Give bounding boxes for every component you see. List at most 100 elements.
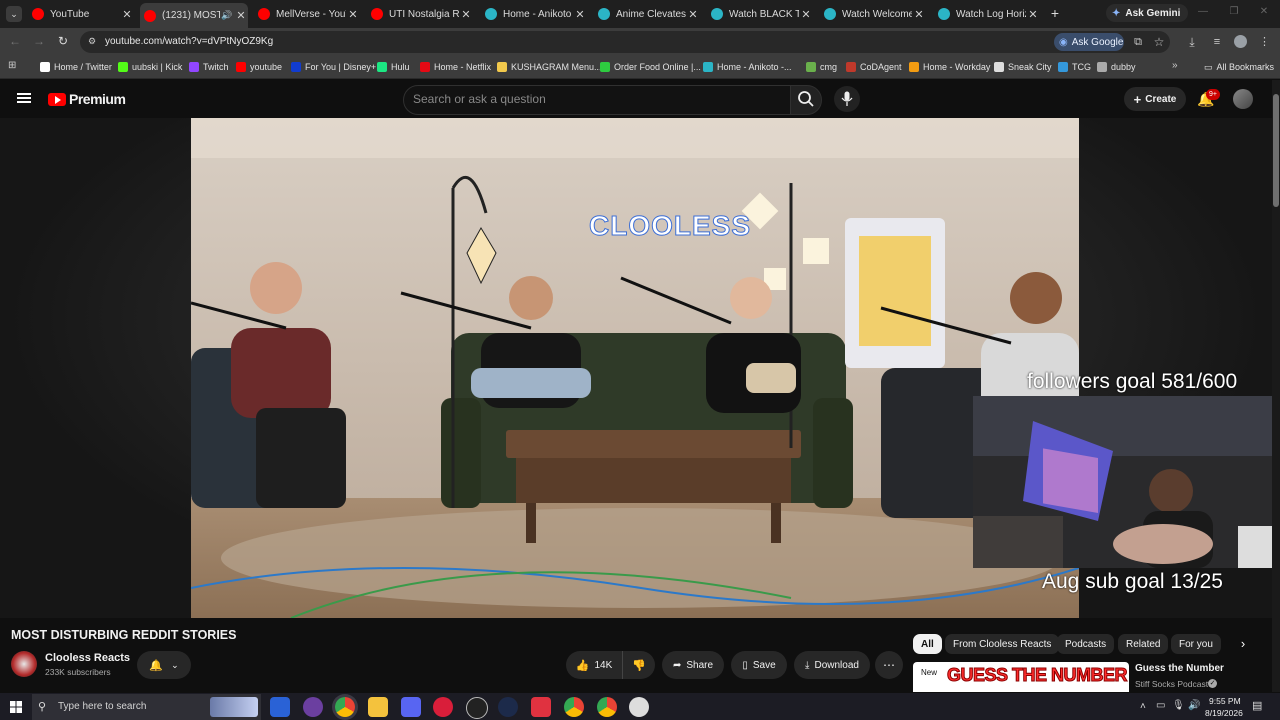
network-icon[interactable]: ▭ <box>1156 700 1165 711</box>
youtube-logo[interactable]: Premium <box>48 91 126 107</box>
more-actions-button[interactable]: ⋯ <box>875 651 903 679</box>
browser-tab-clevatess[interactable]: Anime Clevatess S ✕ <box>594 3 700 25</box>
create-button[interactable]: + Create <box>1124 87 1186 111</box>
bookmark-item[interactable]: cmg <box>806 60 837 74</box>
close-window-button[interactable]: ✕ <box>1257 6 1271 20</box>
taskbar-date[interactable]: 8/19/2026 <box>1205 708 1243 718</box>
tab-search-button[interactable]: ⌄ <box>6 6 22 22</box>
subscribed-bell-button[interactable]: 🔔 ⌄ <box>137 651 191 679</box>
bookmark-item[interactable]: Home - Anikoto -... <box>703 60 792 74</box>
bookmark-star-icon[interactable]: ☆ <box>1152 35 1166 49</box>
bookmark-item[interactable]: Order Food Online |... <box>600 60 701 74</box>
system-tray-chevron-icon[interactable]: ˄ <box>1140 701 1146 712</box>
close-tab-icon[interactable]: ✕ <box>459 8 473 21</box>
reload-icon[interactable]: ↻ <box>56 34 70 48</box>
browser-tab-log-horizon[interactable]: Watch Log Horizo ✕ <box>934 3 1040 25</box>
search-input[interactable]: Search or ask a question <box>413 92 546 106</box>
bookmark-item[interactable]: Home - Netflix <box>420 60 491 74</box>
bookmark-item[interactable]: uubski | Kick <box>118 60 182 74</box>
bookmark-item[interactable]: Hulu <box>377 60 410 74</box>
apps-grid-icon[interactable]: ⊞ <box>8 60 20 72</box>
microphone-tray-icon[interactable]: 🎙 <box>1172 700 1185 711</box>
taskbar-app-icon[interactable] <box>498 697 518 717</box>
bookmark-item[interactable]: youtube <box>236 60 282 74</box>
bookmark-item[interactable]: dubby <box>1097 60 1136 74</box>
volume-icon[interactable]: 🔊 <box>1188 700 1200 711</box>
bookmark-item[interactable]: Twitch <box>189 60 229 74</box>
browser-menu-icon[interactable]: ⋮ <box>1259 35 1270 49</box>
chip-for-you[interactable]: For you <box>1171 634 1221 654</box>
taskbar-app-icon[interactable] <box>531 697 551 717</box>
ask-google-button[interactable]: ◉ Ask Google <box>1054 33 1124 51</box>
browser-tab-anikoto[interactable]: Home - Anikoto - ✕ <box>481 3 587 25</box>
chrome-icon[interactable] <box>597 697 617 717</box>
like-button[interactable]: 👍 14K <box>566 651 622 679</box>
mute-tab-icon[interactable]: 🔊 <box>220 10 234 21</box>
browser-tab-active-video[interactable]: (1231) MOST D 🔊 ✕ <box>140 3 248 28</box>
taskbar-search-input[interactable]: Type here to search <box>58 701 146 712</box>
browser-tab-mellverse[interactable]: MellVerse - YouTube ✕ <box>254 3 360 25</box>
chip-all[interactable]: All <box>913 634 942 654</box>
notification-center-icon[interactable]: ▤ <box>1252 699 1266 713</box>
channel-avatar[interactable] <box>11 651 37 677</box>
close-tab-icon[interactable]: ✕ <box>1026 8 1040 21</box>
account-avatar[interactable] <box>1233 89 1253 109</box>
recommended-thumbnail[interactable]: New GUESS THE NUMBER <box>913 662 1129 692</box>
restore-window-button[interactable]: ❐ <box>1227 6 1241 20</box>
close-tab-icon[interactable]: ✕ <box>573 8 587 21</box>
back-arrow-icon[interactable]: ← <box>8 34 22 48</box>
bookmark-item[interactable]: Home - Workday <box>909 60 990 74</box>
clock-app-icon[interactable] <box>629 697 649 717</box>
bookmark-item[interactable]: TCG <box>1058 60 1091 74</box>
url-text[interactable]: youtube.com/watch?v=dVPtNyOZ9Kg <box>105 36 273 47</box>
chip-from-channel[interactable]: From Clooless Reacts <box>945 634 1060 654</box>
browser-tab-welcome[interactable]: Watch Welcome to ✕ <box>820 3 926 25</box>
chrome-icon[interactable] <box>564 697 584 717</box>
new-tab-button[interactable]: + <box>1047 5 1063 21</box>
chips-next-arrow-icon[interactable]: › <box>1236 637 1250 651</box>
close-tab-icon[interactable]: ✕ <box>799 8 813 21</box>
browser-tab-uti[interactable]: UTI Nostalgia Ran ✕ <box>367 3 473 25</box>
taskbar-app-icon[interactable] <box>270 697 290 717</box>
minimize-window-button[interactable]: — <box>1196 6 1210 20</box>
discord-icon[interactable] <box>401 697 421 717</box>
close-tab-icon[interactable]: ✕ <box>912 8 926 21</box>
save-button[interactable]: ▯ Save <box>731 651 787 679</box>
profile-avatar[interactable] <box>1234 35 1247 48</box>
recommended-title[interactable]: Guess the Number <box>1135 663 1224 674</box>
bookmark-item[interactable]: KUSHAGRAM Menu... <box>497 60 602 74</box>
dislike-button[interactable]: 👎 <box>622 651 655 679</box>
bookmark-item[interactable]: For You | Disney+ <box>291 60 376 74</box>
chrome-icon[interactable] <box>335 697 355 717</box>
close-tab-icon[interactable]: ✕ <box>234 9 248 22</box>
bookmark-item[interactable]: Home / Twitter <box>40 60 112 74</box>
taskbar-time[interactable]: 9:55 PM <box>1209 696 1241 706</box>
windows-start-icon[interactable] <box>10 701 22 713</box>
share-button[interactable]: ➦ Share <box>662 651 724 679</box>
bookmarks-overflow-icon[interactable]: » <box>1172 60 1182 72</box>
site-info-icon[interactable]: ⚙ <box>86 35 98 47</box>
file-explorer-icon[interactable] <box>368 697 388 717</box>
taskbar-app-icon[interactable] <box>433 697 453 717</box>
close-tab-icon[interactable]: ✕ <box>120 8 134 21</box>
media-control-icon[interactable]: ≡ <box>1210 35 1224 49</box>
close-tab-icon[interactable]: ✕ <box>686 8 700 21</box>
obs-icon[interactable] <box>466 697 488 719</box>
taskbar-app-icon[interactable] <box>303 697 323 717</box>
bookmark-item[interactable]: CoDAgent <box>846 60 902 74</box>
ask-gemini-button[interactable]: ✦ Ask Gemini <box>1106 4 1188 22</box>
page-scrollbar-thumb[interactable] <box>1273 94 1279 207</box>
chip-podcasts[interactable]: Podcasts <box>1057 634 1115 654</box>
browser-tab-black-torch[interactable]: Watch BLACK TOR ✕ <box>707 3 813 25</box>
hamburger-menu-icon[interactable] <box>17 91 31 105</box>
browser-tab-youtube[interactable]: YouTube ✕ <box>28 3 134 25</box>
bookmark-item[interactable]: Sneak City <box>994 60 1052 74</box>
download-button[interactable]: ⤓ Download <box>794 651 870 679</box>
download-icon[interactable]: ⤓ <box>1185 35 1199 49</box>
all-bookmarks-button[interactable]: ▭ All Bookmarks <box>1204 60 1274 74</box>
video-frame[interactable]: CLOOLESS <box>191 118 1079 618</box>
channel-name[interactable]: Clooless Reacts <box>45 652 130 664</box>
chip-related[interactable]: Related <box>1118 634 1169 654</box>
cast-icon[interactable]: ⧉ <box>1131 35 1145 49</box>
forward-arrow-icon[interactable]: → <box>32 34 46 48</box>
